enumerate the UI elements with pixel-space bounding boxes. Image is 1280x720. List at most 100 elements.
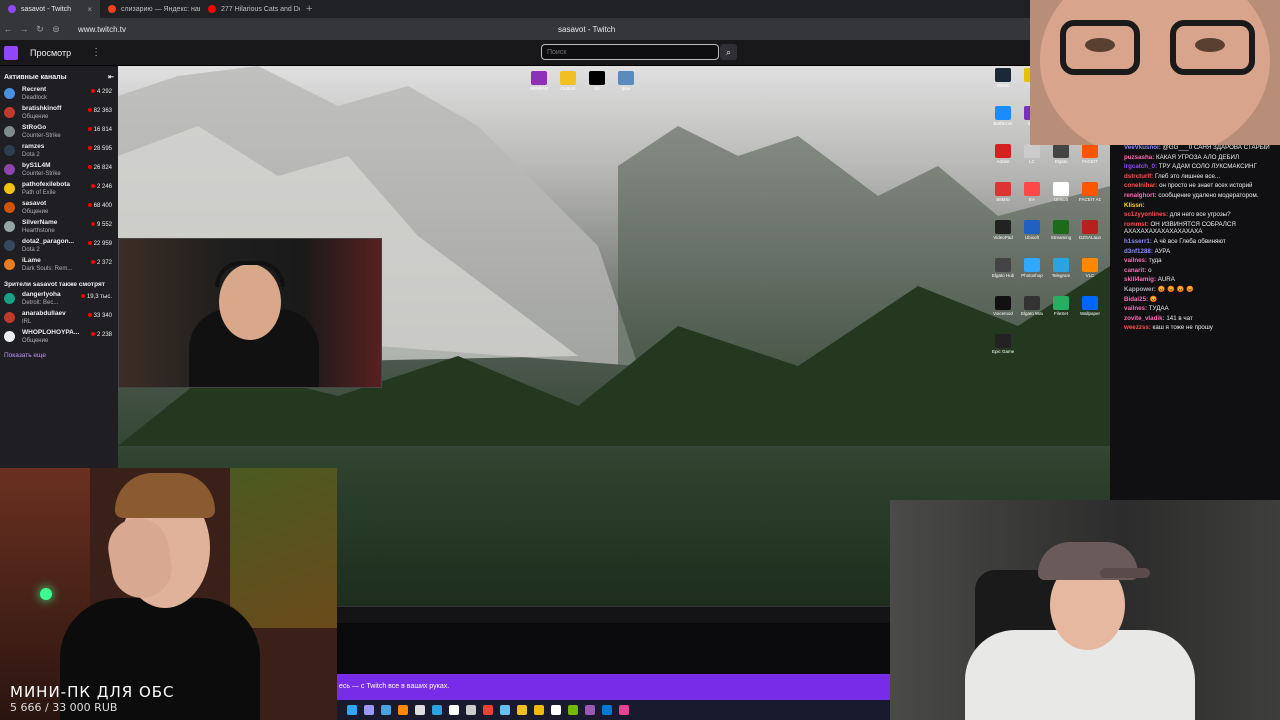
chat-username[interactable]: puzsasha: xyxy=(1124,154,1156,161)
photoshop-icon[interactable] xyxy=(347,705,357,715)
reload-icon[interactable]: ↻ xyxy=(32,24,48,35)
desktop-icon[interactable]: Steam xyxy=(992,68,1014,88)
desktop-icon[interactable]: VLC xyxy=(1079,258,1101,278)
sidebar-channel[interactable]: pathofexilebota Path of Exile 2 246 xyxy=(0,181,118,200)
chat-username[interactable]: lrgcatch_0: xyxy=(1124,163,1159,170)
desktop-icon[interactable]: 93 xyxy=(586,71,608,91)
search-input[interactable] xyxy=(541,44,719,60)
chat-username[interactable]: rommst: xyxy=(1124,221,1150,228)
sidebar-channel[interactable]: byS1L4M Counter-Strike 26 824 xyxy=(0,162,118,181)
desktop-icon[interactable]: Elgato Hub xyxy=(992,258,1014,278)
arrow-collapse-icon[interactable]: ⇤ xyxy=(108,73,114,81)
desktop-icon[interactable]: Ubisoft xyxy=(1050,182,1072,202)
desktop-icon[interactable]: Epic Games xyxy=(992,334,1014,354)
browse-link[interactable]: Просмотр xyxy=(30,48,71,58)
sidebar-channel[interactable]: dangerlyoha Detroit: Bec... 19,3 тыс. xyxy=(0,291,118,310)
desktop-icon[interactable]: VideoPad xyxy=(992,220,1014,240)
chat-username[interactable]: skill4amig: xyxy=(1124,276,1158,283)
desktop-icon[interactable]: FileSet xyxy=(1050,296,1072,316)
chat-username[interactable]: vailnes: xyxy=(1124,257,1149,264)
sidebar-channel[interactable]: WHOPLOHOYPA... Общение 2 238 xyxy=(0,329,118,348)
edge-icon[interactable] xyxy=(602,705,612,715)
desktop-icon[interactable]: фон xyxy=(615,71,637,91)
desktop-icon[interactable]: Adobe xyxy=(992,144,1014,164)
close-icon[interactable]: × xyxy=(87,5,92,14)
search-button[interactable]: ⌕ xyxy=(720,44,737,60)
chrome-icon[interactable] xyxy=(483,705,493,715)
obs-alt-icon[interactable] xyxy=(466,705,476,715)
chat-username[interactable]: weezzss: xyxy=(1124,324,1153,331)
url-field[interactable]: www.twitch.tv xyxy=(78,25,558,34)
chat-username[interactable]: d3nf1288: xyxy=(1124,248,1155,255)
promo-banner[interactable]: есь — с Twitch все в ваших руках. xyxy=(337,674,890,700)
show-more-link[interactable]: Показать еще xyxy=(0,348,118,363)
chat-username[interactable]: sc1zyyonlines: xyxy=(1124,211,1170,218)
site-info-icon[interactable]: ⊜ xyxy=(48,24,64,35)
sidebar-channel[interactable]: dota2_paragon... Dota 2 22 959 xyxy=(0,238,118,257)
back-icon[interactable]: ← xyxy=(0,24,16,34)
sidebar-channel[interactable]: ramzes Dota 2 28 595 xyxy=(0,143,118,162)
more-menu-icon[interactable]: ⋮ xyxy=(91,47,101,58)
app2-icon[interactable] xyxy=(619,705,629,715)
desktop-icon[interactable]: Wallpaper xyxy=(1079,296,1101,316)
chat-username[interactable]: Bidai25: xyxy=(1124,296,1150,303)
desktop-icon[interactable]: Ubisoft xyxy=(1021,220,1043,240)
chat-username[interactable]: h1sserr1: xyxy=(1124,238,1154,245)
sidebar-channel[interactable]: SilverName Hearthstone 9 552 xyxy=(0,219,118,238)
obs-icon[interactable] xyxy=(449,705,459,715)
sidebar-channel[interactable]: Recrent Deadlock 4 292 xyxy=(0,86,118,105)
channel-text: ramzes Dota 2 xyxy=(22,143,92,159)
desktop-icon[interactable]: BitMSI xyxy=(992,182,1014,202)
browser-tab[interactable]: 277 Hilarious Cats and Dogs× xyxy=(200,0,300,18)
twitch-logo-icon[interactable] xyxy=(4,45,18,60)
chat-message: renalghort: сообщение удалено модераторо… xyxy=(1124,192,1274,200)
desktop-icon[interactable]: GLBUS xyxy=(557,71,579,91)
nvidia-icon[interactable] xyxy=(568,705,578,715)
desktop-icon[interactable]: Photoshop xyxy=(1021,258,1043,278)
sidebar-channel[interactable]: iLame Dark Souls: Rem... 2 372 xyxy=(0,257,118,276)
chat-message: VeeVkusnoi: @GG___0 САНЯ ЗДАРОВА СТАРЫЙ xyxy=(1124,144,1274,152)
desktop-icon[interactable]: EA xyxy=(1021,182,1043,202)
chat-username[interactable]: zovite_vladik: xyxy=(1124,315,1166,322)
telegram-icon[interactable] xyxy=(432,705,442,715)
chat-username[interactable]: vailnes: xyxy=(1124,305,1149,312)
desktop-icon[interactable]: DZSALauncher xyxy=(1079,220,1101,240)
desktop-icon[interactable]: Streaming xyxy=(1050,220,1072,240)
chat-username[interactable]: dstrcturlf: xyxy=(1124,173,1155,180)
desktop-icon[interactable]: Telegram xyxy=(1050,258,1072,278)
browser-tab[interactable]: sasavot - Twitch × xyxy=(0,0,100,18)
steam-icon[interactable] xyxy=(500,705,510,715)
chat-username[interactable]: Klissn: xyxy=(1124,202,1145,209)
sidebar-channel[interactable]: bratishkinoff Общение 82 363 xyxy=(0,105,118,124)
desktop-icon[interactable]: Elgato Wave xyxy=(1021,296,1043,316)
desktop-icon-label: Steam xyxy=(996,83,1010,88)
chat-username[interactable]: canarit: xyxy=(1124,267,1148,274)
channel-name: dota2_paragon... xyxy=(22,238,75,245)
binance-icon[interactable] xyxy=(534,705,544,715)
desktop-icon[interactable]: FACEIT AC xyxy=(1079,182,1101,202)
chat-username[interactable]: VeeVkusnoi: xyxy=(1124,144,1163,151)
explorer-icon[interactable] xyxy=(381,705,391,715)
chat-username[interactable]: renalghort: xyxy=(1124,192,1158,199)
epic-icon[interactable] xyxy=(551,705,561,715)
sidebar-channel[interactable]: anarabdullaev IRL 33 340 xyxy=(0,310,118,329)
desktop-icon[interactable]: LC xyxy=(1021,144,1043,164)
sidebar-channel[interactable]: sasavot Общение 68 400 xyxy=(0,200,118,219)
vlc-icon[interactable] xyxy=(398,705,408,715)
after-effects-icon[interactable] xyxy=(364,705,374,715)
desktop-icon[interactable]: WINRAR xyxy=(528,71,550,91)
desktop-icon[interactable]: Elgato xyxy=(1050,144,1072,164)
chat-username[interactable]: conelnihar: xyxy=(1124,182,1159,189)
sidebar-channel[interactable]: StRoGo Counter-Strike 16 814 xyxy=(0,124,118,143)
desktop-icon[interactable]: FACEIT xyxy=(1079,144,1101,164)
desktop-icon[interactable]: Battle.net xyxy=(992,106,1014,126)
desktop-icon[interactable]: Voicemod xyxy=(992,296,1014,316)
forward-icon[interactable]: → xyxy=(16,24,32,34)
new-tab-button[interactable]: + xyxy=(300,3,318,15)
file-icon[interactable] xyxy=(415,705,425,715)
folder-icon[interactable] xyxy=(517,705,527,715)
chat-username[interactable]: Kappower: xyxy=(1124,286,1158,293)
app-icon[interactable] xyxy=(585,705,595,715)
browser-tab[interactable]: слизарию — Яндекс: нашлось× xyxy=(100,0,200,18)
channel-category: Path of Exile xyxy=(22,190,56,196)
